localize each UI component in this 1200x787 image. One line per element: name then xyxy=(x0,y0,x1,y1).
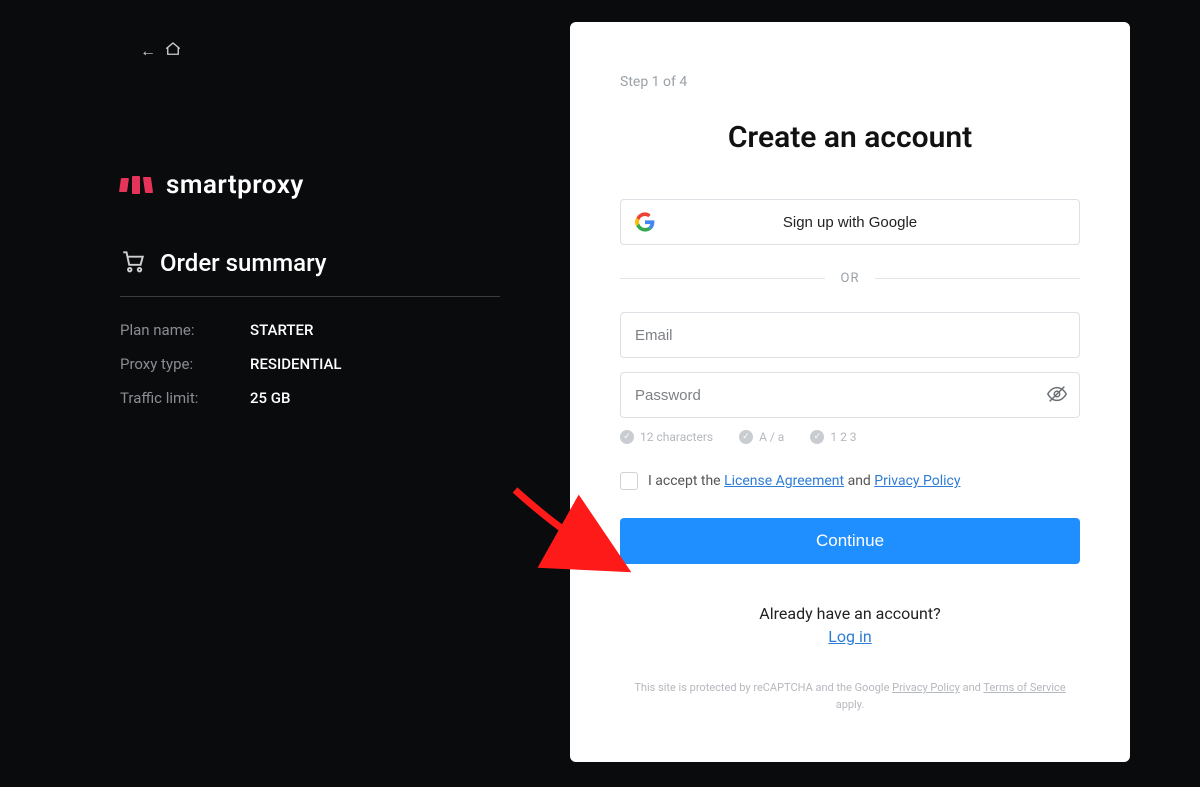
check-icon xyxy=(739,430,753,444)
summary-label: Plan name: xyxy=(120,321,250,339)
google-privacy-link[interactable]: Privacy Policy xyxy=(892,681,960,694)
summary-value: RESIDENTIAL xyxy=(250,355,342,373)
logo-mark-icon xyxy=(120,176,152,194)
brand-name: smartproxy xyxy=(166,170,304,200)
google-icon xyxy=(635,212,655,232)
continue-button[interactable]: Continue xyxy=(620,518,1080,564)
toggle-password-visibility-button[interactable] xyxy=(1044,382,1070,408)
check-icon xyxy=(620,430,634,444)
privacy-policy-link[interactable]: Privacy Policy xyxy=(874,473,960,489)
google-signup-button[interactable]: Sign up with Google xyxy=(620,199,1080,245)
password-rule: A / a xyxy=(739,430,784,444)
already-have-account-text: Already have an account? xyxy=(620,604,1080,623)
or-text: OR xyxy=(825,271,876,286)
cart-icon xyxy=(120,248,146,278)
signup-title: Create an account xyxy=(620,120,1080,155)
order-summary-header: Order summary xyxy=(120,248,500,297)
summary-value: 25 GB xyxy=(250,389,290,407)
recaptcha-legal-text: This site is protected by reCAPTCHA and … xyxy=(620,680,1080,713)
check-icon xyxy=(810,430,824,444)
summary-value: STARTER xyxy=(250,321,313,339)
license-agreement-link[interactable]: License Agreement xyxy=(724,473,844,489)
back-home-nav[interactable]: ← xyxy=(140,40,182,62)
accept-terms-row: I accept the License Agreement and Priva… xyxy=(620,472,1080,490)
summary-label: Proxy type: xyxy=(120,355,250,373)
signup-card: Step 1 of 4 Create an account Sign up wi… xyxy=(570,22,1130,762)
email-field[interactable] xyxy=(620,312,1080,358)
eye-off-icon xyxy=(1046,383,1068,405)
or-divider: OR xyxy=(620,271,1080,286)
home-icon xyxy=(164,40,182,62)
step-indicator: Step 1 of 4 xyxy=(620,74,1080,90)
google-tos-link[interactable]: Terms of Service xyxy=(983,681,1065,694)
summary-label: Traffic limit: xyxy=(120,389,250,407)
google-signup-label: Sign up with Google xyxy=(783,214,917,231)
back-arrow-icon: ← xyxy=(140,41,156,61)
password-rule: 1 2 3 xyxy=(810,430,856,444)
summary-row: Traffic limit: 25 GB xyxy=(120,389,500,407)
accept-terms-text: I accept the License Agreement and Priva… xyxy=(648,473,960,489)
accept-terms-checkbox[interactable] xyxy=(620,472,638,490)
brand-logo: smartproxy xyxy=(120,170,500,200)
password-field[interactable] xyxy=(620,372,1080,418)
login-link[interactable]: Log in xyxy=(620,627,1080,646)
order-summary-panel: ← smartproxy Order summary Plan name: ST… xyxy=(0,0,560,787)
summary-row: Proxy type: RESIDENTIAL xyxy=(120,355,500,373)
password-rules: 12 characters A / a 1 2 3 xyxy=(620,430,1080,444)
password-rule: 12 characters xyxy=(620,430,713,444)
order-summary-title: Order summary xyxy=(160,249,327,277)
order-summary-table: Plan name: STARTER Proxy type: RESIDENTI… xyxy=(120,321,500,407)
summary-row: Plan name: STARTER xyxy=(120,321,500,339)
